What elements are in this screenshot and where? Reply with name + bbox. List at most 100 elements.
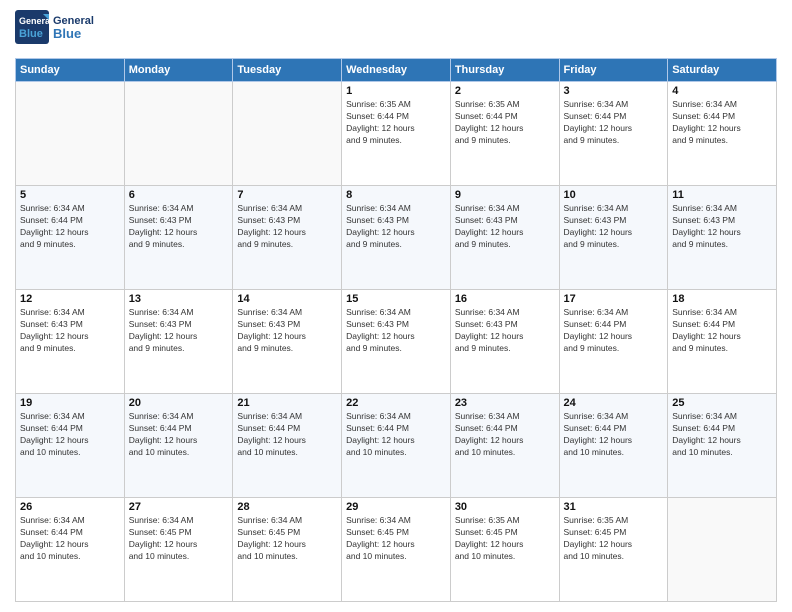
day-info: Sunrise: 6:34 AM Sunset: 6:43 PM Dayligh… xyxy=(129,307,229,355)
day-number: 6 xyxy=(129,189,229,201)
day-number: 26 xyxy=(20,501,120,513)
header-day: Sunday xyxy=(16,59,125,82)
day-info: Sunrise: 6:35 AM Sunset: 6:45 PM Dayligh… xyxy=(564,515,664,563)
calendar-week: 19 Sunrise: 6:34 AM Sunset: 6:44 PM Dayli… xyxy=(16,394,777,498)
day-info: Sunrise: 6:35 AM Sunset: 6:44 PM Dayligh… xyxy=(455,99,555,147)
day-info: Sunrise: 6:34 AM Sunset: 6:44 PM Dayligh… xyxy=(672,99,772,147)
calendar-cell: 22 Sunrise: 6:34 AM Sunset: 6:44 PM Dayli… xyxy=(342,394,451,498)
day-number: 28 xyxy=(237,501,337,513)
calendar-cell xyxy=(668,498,777,602)
calendar-cell: 7 Sunrise: 6:34 AM Sunset: 6:43 PM Daylig… xyxy=(233,186,342,290)
calendar-cell: 24 Sunrise: 6:34 AM Sunset: 6:44 PM Dayli… xyxy=(559,394,668,498)
calendar-cell: 15 Sunrise: 6:34 AM Sunset: 6:43 PM Dayli… xyxy=(342,290,451,394)
header-day: Saturday xyxy=(668,59,777,82)
day-number: 16 xyxy=(455,293,555,305)
day-number: 12 xyxy=(20,293,120,305)
calendar-cell xyxy=(233,82,342,186)
day-number: 29 xyxy=(346,501,446,513)
day-number: 24 xyxy=(564,397,664,409)
day-info: Sunrise: 6:34 AM Sunset: 6:43 PM Dayligh… xyxy=(20,307,120,355)
day-number: 8 xyxy=(346,189,446,201)
calendar-cell: 12 Sunrise: 6:34 AM Sunset: 6:43 PM Dayli… xyxy=(16,290,125,394)
header-day: Tuesday xyxy=(233,59,342,82)
header-row: SundayMondayTuesdayWednesdayThursdayFrid… xyxy=(16,59,777,82)
day-info: Sunrise: 6:34 AM Sunset: 6:44 PM Dayligh… xyxy=(129,411,229,459)
header-day: Wednesday xyxy=(342,59,451,82)
day-info: Sunrise: 6:34 AM Sunset: 6:44 PM Dayligh… xyxy=(346,411,446,459)
day-info: Sunrise: 6:34 AM Sunset: 6:43 PM Dayligh… xyxy=(346,203,446,251)
day-number: 15 xyxy=(346,293,446,305)
calendar-cell: 14Sunrise: 6:34 AM Sunset: 6:43 PM Dayli… xyxy=(233,290,342,394)
day-info: Sunrise: 6:34 AM Sunset: 6:44 PM Dayligh… xyxy=(564,411,664,459)
day-number: 9 xyxy=(455,189,555,201)
calendar-cell: 3 Sunrise: 6:34 AM Sunset: 6:44 PM Daylig… xyxy=(559,82,668,186)
day-info: Sunrise: 6:35 AM Sunset: 6:45 PM Dayligh… xyxy=(455,515,555,563)
calendar-cell: 10 Sunrise: 6:34 AM Sunset: 6:43 PM Dayli… xyxy=(559,186,668,290)
day-info: Sunrise: 6:34 AM Sunset: 6:44 PM Dayligh… xyxy=(672,307,772,355)
calendar-cell: 5Sunrise: 6:34 AM Sunset: 6:44 PM Daylig… xyxy=(16,186,125,290)
day-number: 13 xyxy=(129,293,229,305)
header-day: Friday xyxy=(559,59,668,82)
calendar-cell xyxy=(124,82,233,186)
page: General Blue General Blue SundayMondayTu… xyxy=(0,0,792,612)
calendar-cell: 26 Sunrise: 6:34 AM Sunset: 6:44 PM Dayli… xyxy=(16,498,125,602)
day-info: Sunrise: 6:34 AM Sunset: 6:43 PM Dayligh… xyxy=(564,203,664,251)
day-info: Sunrise: 6:34 AM Sunset: 6:43 PM Dayligh… xyxy=(129,203,229,251)
day-info: Sunrise: 6:34 AM Sunset: 6:43 PM Dayligh… xyxy=(237,307,337,355)
calendar-cell: 4Sunrise: 6:34 AM Sunset: 6:44 PM Daylig… xyxy=(668,82,777,186)
calendar-cell: 25 Sunrise: 6:34 AM Sunset: 6:44 PM Dayli… xyxy=(668,394,777,498)
day-number: 21 xyxy=(237,397,337,409)
day-info: Sunrise: 6:34 AM Sunset: 6:44 PM Dayligh… xyxy=(237,411,337,459)
calendar-cell: 21 Sunrise: 6:34 AM Sunset: 6:44 PM Dayli… xyxy=(233,394,342,498)
calendar-cell: 29 Sunrise: 6:34 AM Sunset: 6:45 PM Dayli… xyxy=(342,498,451,602)
day-info: Sunrise: 6:34 AM Sunset: 6:44 PM Dayligh… xyxy=(20,411,120,459)
day-number: 7 xyxy=(237,189,337,201)
day-number: 23 xyxy=(455,397,555,409)
calendar-cell xyxy=(16,82,125,186)
day-number: 17 xyxy=(564,293,664,305)
calendar-cell: 11Sunrise: 6:34 AM Sunset: 6:43 PM Dayli… xyxy=(668,186,777,290)
header-day: Thursday xyxy=(450,59,559,82)
calendar-cell: 23 Sunrise: 6:34 AM Sunset: 6:44 PM Dayli… xyxy=(450,394,559,498)
day-info: Sunrise: 6:34 AM Sunset: 6:45 PM Dayligh… xyxy=(129,515,229,563)
day-info: Sunrise: 6:34 AM Sunset: 6:45 PM Dayligh… xyxy=(237,515,337,563)
svg-text:Blue: Blue xyxy=(53,26,81,41)
calendar-cell: 30Sunrise: 6:35 AM Sunset: 6:45 PM Dayli… xyxy=(450,498,559,602)
calendar-cell: 28 Sunrise: 6:34 AM Sunset: 6:45 PM Dayli… xyxy=(233,498,342,602)
calendar-cell: 6 Sunrise: 6:34 AM Sunset: 6:43 PM Daylig… xyxy=(124,186,233,290)
day-number: 25 xyxy=(672,397,772,409)
day-info: Sunrise: 6:34 AM Sunset: 6:44 PM Dayligh… xyxy=(455,411,555,459)
day-info: Sunrise: 6:34 AM Sunset: 6:43 PM Dayligh… xyxy=(346,307,446,355)
logo-svg: General Blue General Blue xyxy=(15,10,105,50)
day-info: Sunrise: 6:34 AM Sunset: 6:44 PM Dayligh… xyxy=(672,411,772,459)
day-info: Sunrise: 6:34 AM Sunset: 6:44 PM Dayligh… xyxy=(20,203,120,251)
calendar-cell: 31Sunrise: 6:35 AM Sunset: 6:45 PM Dayli… xyxy=(559,498,668,602)
day-number: 10 xyxy=(564,189,664,201)
day-info: Sunrise: 6:34 AM Sunset: 6:44 PM Dayligh… xyxy=(20,515,120,563)
day-number: 11 xyxy=(672,189,772,201)
day-info: Sunrise: 6:34 AM Sunset: 6:43 PM Dayligh… xyxy=(237,203,337,251)
calendar-week: 12 Sunrise: 6:34 AM Sunset: 6:43 PM Dayli… xyxy=(16,290,777,394)
calendar-cell: 19 Sunrise: 6:34 AM Sunset: 6:44 PM Dayli… xyxy=(16,394,125,498)
day-info: Sunrise: 6:35 AM Sunset: 6:44 PM Dayligh… xyxy=(346,99,446,147)
day-number: 20 xyxy=(129,397,229,409)
day-number: 2 xyxy=(455,85,555,97)
calendar-cell: 16Sunrise: 6:34 AM Sunset: 6:43 PM Dayli… xyxy=(450,290,559,394)
calendar-cell: 20 Sunrise: 6:34 AM Sunset: 6:44 PM Dayli… xyxy=(124,394,233,498)
calendar-week: 1 Sunrise: 6:35 AM Sunset: 6:44 PM Daylig… xyxy=(16,82,777,186)
day-number: 19 xyxy=(20,397,120,409)
day-number: 1 xyxy=(346,85,446,97)
day-number: 22 xyxy=(346,397,446,409)
day-info: Sunrise: 6:34 AM Sunset: 6:44 PM Dayligh… xyxy=(564,307,664,355)
calendar-week: 5Sunrise: 6:34 AM Sunset: 6:44 PM Daylig… xyxy=(16,186,777,290)
day-info: Sunrise: 6:34 AM Sunset: 6:44 PM Dayligh… xyxy=(564,99,664,147)
calendar-cell: 1 Sunrise: 6:35 AM Sunset: 6:44 PM Daylig… xyxy=(342,82,451,186)
day-info: Sunrise: 6:34 AM Sunset: 6:45 PM Dayligh… xyxy=(346,515,446,563)
day-number: 27 xyxy=(129,501,229,513)
calendar-cell: 27 Sunrise: 6:34 AM Sunset: 6:45 PM Dayli… xyxy=(124,498,233,602)
svg-text:Blue: Blue xyxy=(19,28,43,40)
calendar-cell: 9Sunrise: 6:34 AM Sunset: 6:43 PM Daylig… xyxy=(450,186,559,290)
calendar-week: 26 Sunrise: 6:34 AM Sunset: 6:44 PM Dayli… xyxy=(16,498,777,602)
day-number: 3 xyxy=(564,85,664,97)
header: General Blue General Blue xyxy=(15,10,777,50)
